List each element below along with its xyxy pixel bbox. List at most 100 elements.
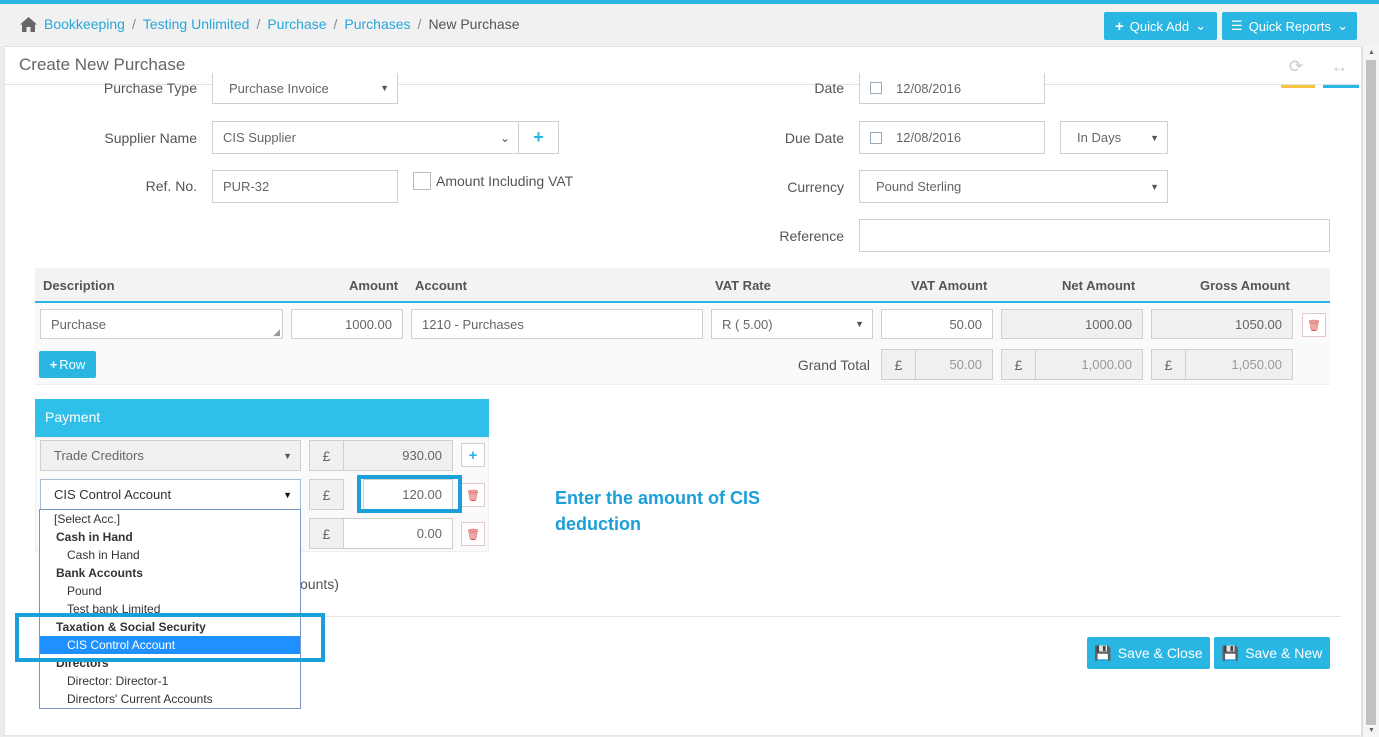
currency-addon: £ — [309, 440, 344, 471]
hidden-option-text: ounts) — [300, 576, 339, 592]
payment-account-select-2[interactable]: CIS Control Account ▼ — [40, 479, 301, 510]
caret-down-icon: ▼ — [380, 83, 389, 93]
breadcrumb-purchases[interactable]: Purchases — [344, 16, 410, 32]
vat-rate-select[interactable]: R ( 5.00) ▼ — [711, 309, 873, 339]
delete-payment-button[interactable]: 🗑 — [461, 483, 485, 507]
delete-payment-button[interactable]: 🗑 — [461, 522, 485, 546]
amount-including-vat-checkbox[interactable] — [413, 172, 431, 190]
payment-amount-input-1[interactable]: 930.00 — [343, 440, 453, 471]
payment-header: Payment — [35, 399, 489, 437]
trash-icon: 🗑 — [466, 489, 480, 502]
payment-account-value-1: Trade Creditors — [54, 448, 144, 463]
top-bar: Bookkeeping / Testing Unlimited / Purchase… — [0, 0, 1379, 46]
account-dropdown-list[interactable]: [Select Acc.] Cash in Hand Cash in Hand … — [39, 509, 301, 709]
breadcrumb: Bookkeeping / Testing Unlimited / Purchase… — [20, 16, 519, 32]
net-amount-value: 1000.00 — [1085, 316, 1132, 332]
payment-amount-input-3[interactable]: 0.00 — [343, 518, 453, 549]
add-payment-button[interactable]: + — [461, 443, 485, 467]
currency-select[interactable]: Pound Sterling ▼ — [859, 170, 1168, 203]
vat-rate-value: R ( 5.00) — [722, 316, 773, 332]
supplier-name-select[interactable]: CIS Supplier ⌄ — [212, 121, 519, 154]
dropdown-option[interactable]: Pound — [40, 582, 300, 600]
quick-add-button[interactable]: + Quick Add ⌄ — [1104, 12, 1217, 40]
col-account: Account — [415, 278, 467, 293]
expand-icon[interactable]: ↔ — [1331, 57, 1348, 77]
payment-amount-value-1: 930.00 — [402, 448, 442, 463]
date-value: 12/08/2016 — [896, 80, 962, 96]
calendar-icon — [870, 82, 882, 94]
reference-input[interactable] — [859, 219, 1330, 252]
dropdown-option[interactable]: Cash in Hand — [40, 546, 300, 564]
list-icon: ☰ — [1231, 18, 1243, 33]
scroll-up-icon[interactable]: ▲ — [1368, 49, 1375, 56]
col-net-amount: Net Amount — [1062, 278, 1136, 293]
breadcrumb-separator: / — [417, 16, 422, 32]
dropdown-group: Cash in Hand — [56, 530, 133, 544]
delete-row-button[interactable]: 🗑 — [1302, 313, 1326, 337]
amount-value: 1000.00 — [345, 316, 392, 332]
add-supplier-button[interactable]: + — [518, 121, 559, 154]
calendar-icon — [870, 131, 882, 144]
chevron-down-icon: ⌄ — [1337, 18, 1348, 33]
purchase-type-select[interactable]: Purchase Invoice ▼ — [212, 73, 398, 104]
ref-no-value: PUR-32 — [223, 179, 270, 194]
vat-amount-value: 50.00 — [949, 316, 982, 332]
supplier-name-label: Supplier Name — [104, 130, 197, 146]
currency-label: Currency — [787, 179, 844, 195]
gross-amount-value: 1050.00 — [1235, 316, 1282, 332]
col-gross-amount: Gross Amount — [1200, 278, 1290, 293]
scrollbar-thumb[interactable] — [1366, 60, 1376, 725]
caret-down-icon: ▼ — [283, 450, 292, 461]
page-title: Create New Purchase — [19, 55, 186, 74]
account-input[interactable]: 1210 - Purchases — [411, 309, 703, 339]
caret-down-icon: ▼ — [1150, 132, 1159, 143]
payment-account-select-1[interactable]: Trade Creditors ▼ — [40, 440, 301, 471]
scroll-down-icon[interactable]: ▼ — [1368, 727, 1375, 734]
trash-icon: 🗑 — [1307, 319, 1321, 332]
due-terms-select[interactable]: In Days ▼ — [1060, 121, 1168, 154]
table-header — [35, 268, 1330, 303]
refresh-icon[interactable]: ⟳ — [1289, 57, 1303, 77]
plus-icon: + — [533, 127, 544, 147]
yellow-accent-line — [1281, 85, 1315, 88]
purchase-type-value: Purchase Invoice — [229, 80, 329, 96]
home-icon[interactable] — [20, 16, 37, 32]
plus-icon: + — [1115, 17, 1124, 35]
col-vat-rate: VAT Rate — [715, 278, 771, 293]
ref-no-input[interactable]: PUR-32 — [212, 170, 398, 203]
breadcrumb-current: New Purchase — [428, 16, 520, 32]
total-gross-field: 1,050.00 — [1185, 349, 1293, 380]
scrollbar[interactable]: ▲ ▼ — [1362, 46, 1379, 737]
breadcrumb-testing-unlimited[interactable]: Testing Unlimited — [143, 16, 250, 32]
breadcrumb-purchase[interactable]: Purchase — [267, 16, 326, 32]
breadcrumb-bookkeeping[interactable]: Bookkeeping — [44, 16, 125, 32]
save-close-button[interactable]: 💾 Save & Close — [1087, 637, 1210, 669]
due-date-input[interactable]: 12/08/2016 — [859, 121, 1045, 154]
amount-input[interactable]: 1000.00 — [291, 309, 403, 339]
account-value: 1210 - Purchases — [422, 316, 524, 332]
payment-amount-value-3: 0.00 — [416, 526, 442, 541]
save-new-button[interactable]: 💾 Save & New — [1214, 637, 1330, 669]
resize-handle-icon[interactable]: ◢ — [273, 327, 280, 338]
breadcrumb-separator: / — [256, 16, 261, 32]
supplier-name-value: CIS Supplier — [223, 130, 296, 145]
add-row-label: Row — [59, 357, 86, 372]
total-vat-field: 50.00 — [915, 349, 993, 380]
ref-no-label: Ref. No. — [145, 178, 197, 194]
currency-addon: £ — [1001, 349, 1036, 380]
annotation-text: Enter the amount of CIS deduction — [555, 488, 761, 534]
date-input[interactable]: 12/08/2016 — [859, 73, 1045, 104]
currency-addon: £ — [309, 518, 344, 549]
dropdown-option[interactable]: [Select Acc.] — [40, 510, 300, 528]
caret-down-icon: ▼ — [1150, 181, 1159, 192]
gross-amount-field: 1050.00 — [1151, 309, 1293, 339]
quick-reports-button[interactable]: ☰ Quick Reports ⌄ — [1222, 12, 1357, 40]
dropdown-option[interactable]: Director: Director-1 — [40, 672, 300, 690]
vat-amount-input[interactable]: 50.00 — [881, 309, 993, 339]
floppy-icon: 💾 — [1094, 644, 1112, 661]
add-row-button[interactable]: + Row — [39, 351, 96, 378]
total-gross-value: 1,050.00 — [1231, 357, 1282, 372]
currency-value: Pound Sterling — [876, 179, 962, 194]
dropdown-option[interactable]: Directors' Current Accounts — [40, 690, 300, 708]
description-textarea[interactable]: Purchase ◢ — [40, 309, 283, 339]
